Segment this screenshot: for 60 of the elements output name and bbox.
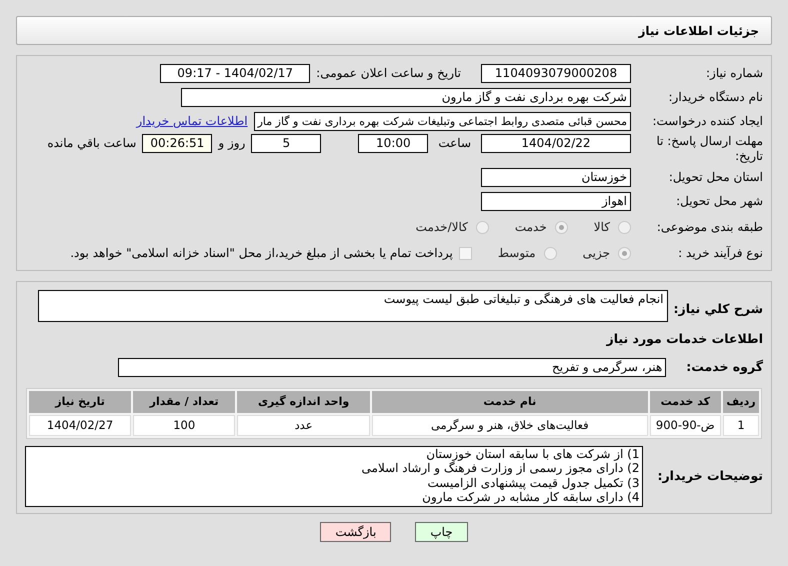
city-field: اهواز (481, 192, 631, 210)
column-header: ردیف (723, 391, 759, 413)
contact-link[interactable]: اطلاعات تماس خریدار (136, 112, 248, 130)
radio-button[interactable] (476, 220, 489, 234)
deadline-time-field: 10:00 (358, 134, 428, 153)
announce-date-field: 1404/02/17 - 09:17 (160, 64, 310, 82)
field-label: شهر محل تحویل: (675, 193, 763, 210)
radio-label: خدمت (514, 219, 547, 236)
column-header: تاریخ نیاز (29, 391, 132, 413)
days-field: 5 (251, 134, 322, 153)
field-label: مهلت ارسال پاسخ: تا تاریخ: (655, 134, 763, 164)
time-label: ساعت (438, 135, 471, 152)
field-label: توضیحات خریدار: (657, 466, 763, 485)
radio-label: متوسط (498, 245, 536, 262)
radio-button[interactable] (544, 246, 557, 260)
field-label: تاریخ و ساعت اعلان عمومی: (316, 65, 461, 82)
field-label: شماره نیاز: (705, 65, 763, 82)
radio-button[interactable] (554, 220, 568, 234)
table-cell: 100 (133, 415, 236, 436)
deadline-date-field: 1404/02/22 (481, 134, 631, 153)
section-title: اطلاعات خدمات مورد نیاز (606, 330, 763, 348)
remaining-time-field: 00:26:51 (142, 134, 212, 153)
need-number-field: 1104093079000208 (481, 64, 631, 82)
radio-label: کالا/خدمت (416, 219, 468, 236)
column-header: واحد اندازه گیری (237, 391, 370, 413)
radio-label: کالا (594, 219, 610, 236)
radio-button[interactable] (618, 220, 631, 234)
province-field: خوزستان (481, 168, 631, 186)
notes-line: 4) دارای سابقه کار مشابه در شرکت مارون (421, 490, 640, 505)
radio-label: جزیی (582, 245, 610, 262)
notes-line: 1) از شرکت های با سابقه استان خوزستان (425, 446, 640, 461)
notes-line: 3) تکمیل جدول قیمت پیشنهادی الزامیست (426, 476, 640, 490)
buyer-name-field: شرکت بهره برداری نفت و گاز مارون (181, 88, 631, 106)
field-label: نام دستگاه خریدار: (668, 89, 763, 106)
page-title: جزئیات اطلاعات نیاز (638, 22, 759, 40)
table-cell: فعالیت‌های خلاق، هنر و سرگرمی (372, 415, 648, 436)
requester-field: محسن قبائی متصدی روابط اجتماعی وتبلیغات شرکت بهره برداری نفت و گاز مار (254, 112, 631, 130)
field-label: طبقه بندی موضوعی: (656, 219, 763, 236)
radio-button[interactable] (618, 246, 631, 260)
table-cell: 1404/02/27 (29, 415, 132, 436)
remaining-label: ساعت باقي مانده (47, 135, 136, 152)
days-label: روز و (218, 135, 246, 152)
table-cell: عدد (237, 415, 370, 436)
column-header: کد خدمت (650, 391, 722, 413)
field-label: استان محل تحویل: (668, 169, 763, 186)
table-cell: 1 (723, 415, 759, 436)
column-header: تعداد / مقدار (133, 391, 236, 413)
field-label: نوع فرآیند خرید : (677, 245, 763, 262)
button[interactable]: چاپ (415, 522, 468, 542)
checkbox[interactable] (458, 246, 472, 260)
service-group-field: هنر، سرگرمی و تفریح (118, 358, 666, 376)
table-cell: ض-90-900 (650, 415, 722, 436)
column-header: نام خدمت (372, 391, 648, 413)
button[interactable]: بازگشت (320, 522, 392, 542)
description-field: انجام فعالیت های فرهنگی و تبلیغاتی طبق لیست پیوست (38, 290, 668, 322)
payment-note: پرداخت تمام یا بخشی از مبلغ خرید،از محل "اسناد خزانه اسلامی" خواهد بود. (70, 245, 453, 262)
field-label: ایجاد کننده درخواست: (651, 113, 763, 130)
field-label: شرح کلي نياز: (674, 300, 763, 318)
notes-line: 2) دارای مجوز رسمی از وزارت فرهنگ و ارشاد اسلامی (360, 461, 640, 476)
field-label: گروه خدمت: (686, 358, 763, 376)
